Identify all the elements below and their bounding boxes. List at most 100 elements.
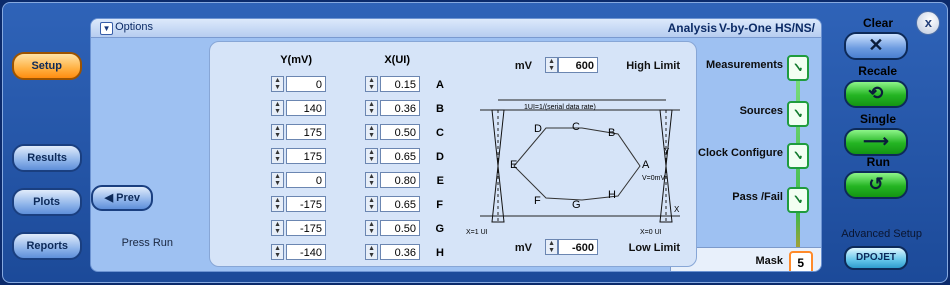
- x1-label: X=1 UI: [466, 229, 488, 236]
- clear-label: Clear: [862, 16, 894, 30]
- y-value-spinner[interactable]: ▲ ▼: [271, 148, 284, 164]
- prev-button[interactable]: ◀ Prev: [91, 185, 153, 211]
- nav-item-label: Pass /Fail: [732, 191, 783, 203]
- plots-button[interactable]: Plots: [12, 188, 82, 216]
- table-row: B 0.36 ▲ ▼ 140 ▲ ▼: [220, 100, 450, 120]
- x-value-field[interactable]: 0.65: [380, 196, 420, 212]
- run-button[interactable]: ↻: [844, 171, 908, 199]
- recall-icon: ⟳: [868, 83, 884, 103]
- dpojet-button[interactable]: DPOJET: [844, 246, 908, 270]
- table-row: A 0.15 ▲ ▼ 0 ▲ ▼: [220, 76, 450, 96]
- table-row: C 0.50 ▲ ▼ 175 ▲ ▼: [220, 124, 450, 144]
- options-menu-label[interactable]: Options: [115, 21, 153, 33]
- col-header-y: Y(mV): [280, 54, 312, 66]
- y-value-field[interactable]: 175: [286, 124, 326, 140]
- mask-coordinate-table: X(UI) Y(mV) A 0.15 ▲ ▼ 0 ▲ ▼ B 0.36 ▲ ▼ 140 ▲ ▼ C 0.50 ▲…: [220, 50, 450, 260]
- x-value-spinner[interactable]: ▲ ▼: [365, 220, 378, 236]
- point-label-g: G: [572, 199, 581, 211]
- low-limit-label: Low Limit: [628, 242, 680, 254]
- eye-mask-diagram: A B C D E F G H 1UI=1/(serial data rate)…: [464, 96, 680, 238]
- row-label: D: [436, 151, 444, 163]
- point-label-b: B: [608, 127, 615, 139]
- x-value-spinner[interactable]: ▲ ▼: [365, 244, 378, 260]
- x-value-field[interactable]: 0.50: [380, 220, 420, 236]
- y-value-spinner[interactable]: ▲ ▼: [271, 244, 284, 260]
- y-value-field[interactable]: 140: [286, 100, 326, 116]
- x-value-field[interactable]: 0.65: [380, 148, 420, 164]
- high-limit-row: High Limit 600 ▲ ▼ mV: [470, 56, 680, 76]
- point-label-e: E: [510, 159, 517, 171]
- row-label: A: [436, 79, 444, 91]
- check-icon: ✓: [787, 143, 809, 169]
- app-root: x Clear ✕ Recale ⟳ Single ⟵ Run ↻ Advanc…: [0, 0, 950, 285]
- y-value-spinner[interactable]: ▲ ▼: [271, 76, 284, 92]
- y-value-field[interactable]: -175: [286, 196, 326, 212]
- chevron-down-icon[interactable]: ▼: [100, 22, 113, 35]
- y-value-field[interactable]: 0: [286, 76, 326, 92]
- x-value-spinner[interactable]: ▲ ▼: [365, 196, 378, 212]
- clear-x-icon: ✕: [868, 35, 884, 55]
- single-button[interactable]: ⟵: [844, 128, 908, 156]
- x-value-spinner[interactable]: ▲ ▼: [365, 100, 378, 116]
- y-value-field[interactable]: 175: [286, 148, 326, 164]
- x-value-spinner[interactable]: ▲ ▼: [365, 172, 378, 188]
- y-value-spinner[interactable]: ▲ ▼: [271, 100, 284, 116]
- window-subtitle: Analysis: [667, 21, 717, 35]
- low-limit-row: Low Limit -600 ▲ ▼ mV: [470, 238, 680, 258]
- row-label: E: [436, 175, 444, 187]
- mask-label: Mask: [755, 255, 783, 267]
- x0-label: X=0 UI: [640, 229, 662, 236]
- x-value-field[interactable]: 0.36: [380, 100, 420, 116]
- x-value-field[interactable]: 0.36: [380, 244, 420, 260]
- main-panel: V-by-One HS/NS/ Analysis Options ▼ ✓ Mea…: [90, 18, 822, 272]
- y-value-field[interactable]: 0: [286, 172, 326, 188]
- recall-button[interactable]: ⟳: [844, 80, 908, 108]
- x-value-spinner[interactable]: ▲ ▼: [365, 124, 378, 140]
- run-label: Run: [866, 155, 890, 169]
- x-value-field[interactable]: 0.50: [380, 124, 420, 140]
- nav-item-label: Clock Configure: [698, 147, 783, 159]
- x-value-field[interactable]: 0.80: [380, 172, 420, 188]
- row-label: C: [436, 127, 444, 139]
- close-icon: x: [924, 15, 932, 30]
- v-label: V=0mV: [642, 175, 665, 182]
- row-label: F: [436, 199, 444, 211]
- advanced-setup-label: Advanced Setup: [841, 228, 923, 240]
- y-value-spinner[interactable]: ▲ ▼: [271, 196, 284, 212]
- check-icon: ✓: [787, 101, 809, 127]
- y-value-spinner[interactable]: ▲ ▼: [271, 124, 284, 140]
- low-limit-field[interactable]: -600: [558, 239, 598, 255]
- y-value-spinner[interactable]: ▲ ▼: [271, 172, 284, 188]
- table-row: G 0.50 ▲ ▼ -175 ▲ ▼: [220, 220, 450, 240]
- close-button[interactable]: x: [916, 11, 940, 35]
- x-value-spinner[interactable]: ▲ ▼: [365, 148, 378, 164]
- y-value-field[interactable]: -175: [286, 220, 326, 236]
- ui-caption: 1UI=1/(serial data rate): [524, 104, 596, 111]
- eye-mask-svg: A B C D E F G H 1UI=1/(serial data rate)…: [466, 99, 680, 236]
- row-label: B: [436, 103, 444, 115]
- x-value-spinner[interactable]: ▲ ▼: [365, 76, 378, 92]
- x-value-field[interactable]: 0.15: [380, 76, 420, 92]
- x-axis-label: X: [674, 205, 680, 214]
- press-run-hint: Press Run: [121, 237, 173, 249]
- window-title: V-by-One HS/NS/: [718, 21, 815, 35]
- y-value-spinner[interactable]: ▲ ▼: [271, 220, 284, 236]
- single-arrow-icon: ⟵: [863, 131, 889, 151]
- y-axis-label: Y: [664, 147, 670, 156]
- nav-item-label: Measurements: [705, 59, 783, 71]
- results-button[interactable]: Results: [12, 144, 82, 172]
- recall-label: Recale: [858, 64, 898, 78]
- point-label-c: C: [572, 121, 580, 133]
- high-limit-field[interactable]: 600: [558, 57, 598, 73]
- y-value-field[interactable]: -140: [286, 244, 326, 260]
- clear-button[interactable]: ✕: [844, 32, 908, 60]
- row-label: G: [435, 223, 445, 235]
- high-limit-spinner[interactable]: ▲ ▼: [545, 57, 558, 73]
- control-column: x Clear ✕ Recale ⟳ Single ⟵ Run ↻ Advanc…: [830, 8, 940, 278]
- check-icon: ✓: [787, 55, 809, 81]
- row-label: H: [436, 247, 444, 259]
- reports-button[interactable]: Reports: [12, 232, 82, 260]
- check-icon: ✓: [787, 187, 809, 213]
- setup-button[interactable]: Setup: [12, 52, 82, 80]
- low-limit-spinner[interactable]: ▲ ▼: [545, 239, 558, 255]
